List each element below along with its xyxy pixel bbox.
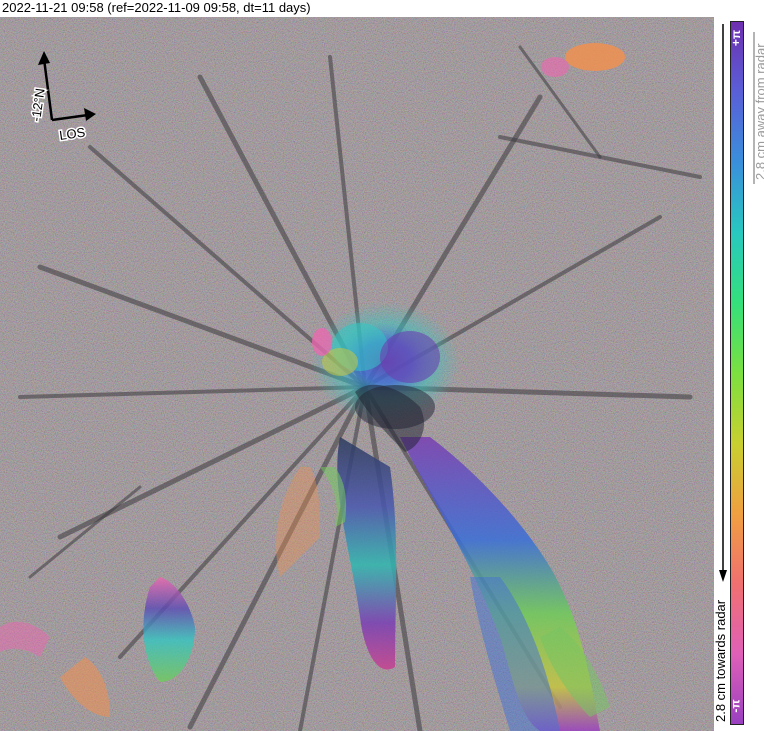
interferogram-map: -12°N LOS <box>0 17 714 731</box>
plus-pi-label: +π <box>729 29 744 47</box>
away-arrow <box>753 32 755 184</box>
towards-arrow <box>719 24 727 582</box>
phase-colorbar <box>730 21 744 725</box>
colorbar-top-label: +π <box>729 23 744 53</box>
towards-radar-label: 2.8 cm towards radar <box>713 599 728 722</box>
minus-pi-label: -π <box>729 699 743 713</box>
colorbar-bottom-label: -π <box>729 691 743 721</box>
image-title: 2022-11-21 09:58 (ref=2022-11-09 09:58, … <box>2 0 311 15</box>
